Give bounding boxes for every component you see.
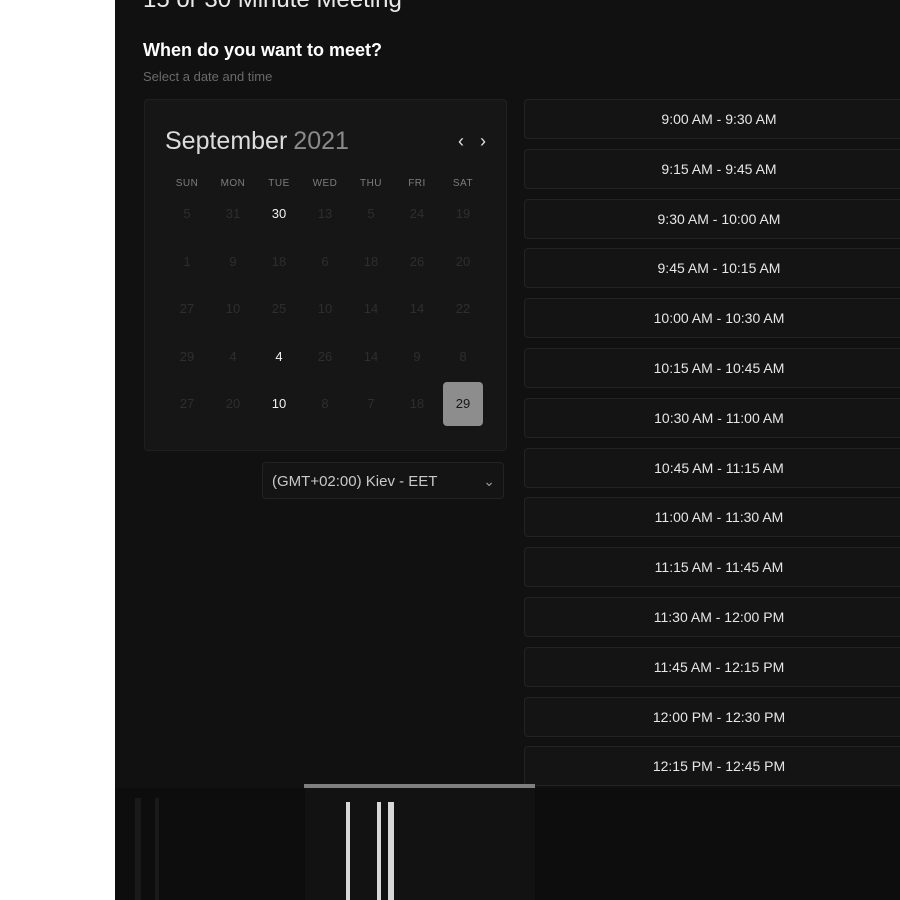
day-cell-selected[interactable]: 29 bbox=[443, 382, 483, 426]
time-slot-button[interactable]: 9:00 AM - 9:30 AM bbox=[524, 99, 900, 139]
day-cell-disabled: 5 bbox=[183, 206, 191, 221]
day-cell-disabled: 19 bbox=[455, 206, 471, 221]
day-cell-disabled: 14 bbox=[363, 348, 379, 364]
day-cell-available[interactable]: 4 bbox=[259, 335, 299, 379]
time-slot-list: 9:00 AM - 9:30 AM 9:15 AM - 9:45 AM 9:30 A… bbox=[524, 99, 900, 789]
day-cell-disabled: 20 bbox=[455, 253, 471, 269]
day-cell-disabled: 14 bbox=[363, 301, 379, 316]
time-slot-button[interactable]: 10:30 AM - 11:00 AM bbox=[524, 397, 900, 438]
day-cell-disabled: 8 bbox=[321, 396, 329, 411]
day-cell-disabled: 20 bbox=[225, 396, 241, 411]
day-cell-disabled: 10 bbox=[317, 301, 333, 316]
day-cell-disabled: 26 bbox=[317, 348, 333, 364]
day-cell-disabled: 8 bbox=[459, 348, 467, 364]
weekday-header: SUN MON TUE WED THU FRI SAT bbox=[164, 178, 486, 192]
preview-bar bbox=[346, 802, 350, 900]
timezone-value: (GMT+02:00) Kiev - EET bbox=[272, 473, 438, 490]
weekday-label: WED bbox=[312, 178, 338, 189]
day-cell-available[interactable]: 30 bbox=[259, 192, 299, 236]
day-cell-disabled: 27 bbox=[179, 396, 195, 411]
day-cell-disabled: 7 bbox=[367, 396, 375, 411]
day-cell-disabled: 31 bbox=[225, 206, 241, 221]
preview-bar bbox=[388, 802, 394, 900]
horizontal-scrollbar-thumb[interactable] bbox=[304, 784, 535, 788]
weekday-label: MON bbox=[220, 178, 246, 189]
time-slot-button[interactable]: 10:45 AM - 11:15 AM bbox=[524, 447, 900, 488]
time-slot-button[interactable]: 12:15 PM - 12:45 PM bbox=[524, 746, 900, 787]
day-cell-disabled: 9 bbox=[413, 348, 421, 364]
time-slot-button[interactable]: 11:45 AM - 12:15 PM bbox=[524, 646, 900, 687]
meeting-title: 15 or 30 Minute Meeting bbox=[143, 0, 402, 14]
date-time-subtitle: Select a date and time bbox=[143, 69, 273, 84]
scheduler-panel: 15 or 30 Minute Meeting When do you want… bbox=[115, 0, 900, 900]
time-slot-button[interactable]: 9:45 AM - 10:15 AM bbox=[524, 248, 900, 289]
day-cell-disabled: 18 bbox=[409, 396, 425, 411]
timezone-select[interactable]: (GMT+02:00) Kiev - EET ⌄ bbox=[262, 462, 504, 499]
preview-bar bbox=[377, 802, 381, 900]
weekday-label: TUE bbox=[268, 178, 290, 189]
day-cell-disabled: 29 bbox=[179, 348, 195, 364]
time-slot-button[interactable]: 12:00 PM - 12:30 PM bbox=[524, 696, 900, 737]
calendar: September 2021 ‹ › SUN MON TUE WED THU FRI SAT … bbox=[144, 99, 507, 451]
day-cell-disabled: 10 bbox=[225, 301, 241, 316]
chevron-right-icon[interactable]: › bbox=[474, 130, 492, 152]
video-preview-area bbox=[115, 788, 900, 900]
day-cell-disabled: 24 bbox=[409, 206, 425, 221]
day-cell-disabled: 4 bbox=[229, 348, 237, 364]
day-cell-disabled: 5 bbox=[367, 206, 375, 221]
weekday-label: FRI bbox=[408, 178, 426, 189]
weekday-label: THU bbox=[359, 178, 383, 189]
preview-block bbox=[305, 788, 535, 900]
day-cell-disabled: 14 bbox=[409, 301, 425, 316]
day-cell-disabled: 27 bbox=[179, 301, 195, 316]
day-cell-disabled: 1 bbox=[183, 253, 191, 269]
chevron-down-icon: ⌄ bbox=[483, 473, 495, 489]
day-cell-disabled: 9 bbox=[229, 253, 237, 269]
time-slot-button[interactable]: 11:15 AM - 11:45 AM bbox=[524, 547, 900, 588]
time-slot-button[interactable]: 10:15 AM - 10:45 AM bbox=[524, 348, 900, 388]
calendar-year: 2021 bbox=[293, 127, 349, 155]
weekday-label: SUN bbox=[175, 178, 199, 189]
background-stripe bbox=[155, 798, 159, 900]
time-slot-button[interactable]: 9:15 AM - 9:45 AM bbox=[524, 148, 900, 189]
day-cell-disabled: 22 bbox=[455, 301, 471, 316]
background-stripe bbox=[135, 798, 141, 900]
time-slot-button[interactable]: 10:00 AM - 10:30 AM bbox=[524, 298, 900, 339]
chevron-left-icon[interactable]: ‹ bbox=[452, 130, 470, 152]
day-cell-disabled: 18 bbox=[363, 253, 379, 269]
time-slot-button[interactable]: 11:00 AM - 11:30 AM bbox=[524, 497, 900, 538]
date-time-question: When do you want to meet? bbox=[143, 40, 382, 60]
day-cell-disabled: 13 bbox=[317, 206, 333, 221]
day-cell-disabled: 18 bbox=[271, 253, 287, 269]
time-slot-button[interactable]: 9:30 AM - 10:00 AM bbox=[524, 198, 900, 239]
time-slot-button[interactable]: 11:30 AM - 12:00 PM bbox=[524, 597, 900, 637]
calendar-month: September bbox=[165, 127, 288, 155]
weekday-label: SAT bbox=[452, 178, 474, 189]
day-cell-disabled: 6 bbox=[321, 253, 329, 269]
calendar-days-grid: 5 31 30 13 5 24 19 1 9 18 6 18 26 20 27 10 25 10 14 14 22 29 4… bbox=[164, 192, 486, 432]
day-cell-available[interactable]: 10 bbox=[259, 382, 299, 426]
calendar-month-year: September 2021 bbox=[165, 127, 349, 156]
day-cell-disabled: 25 bbox=[271, 301, 287, 316]
day-cell-disabled: 26 bbox=[409, 253, 425, 269]
